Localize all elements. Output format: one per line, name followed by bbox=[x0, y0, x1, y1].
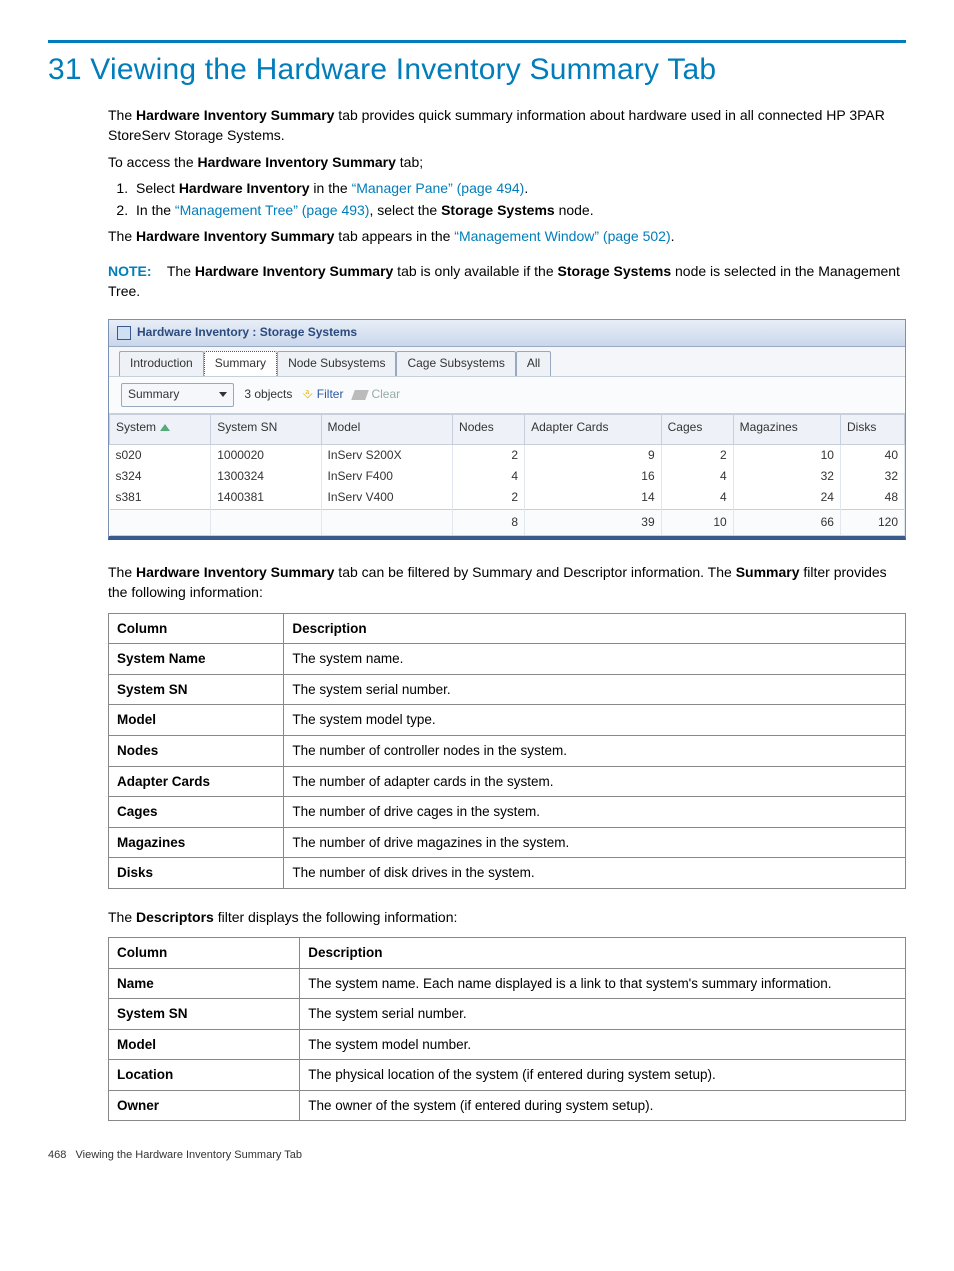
tab-cage-subsystems[interactable]: Cage Subsystems bbox=[396, 351, 515, 376]
total-disks: 120 bbox=[840, 509, 904, 535]
table-row: NodesThe number of controller nodes in t… bbox=[109, 735, 906, 766]
summary-header-description: Description bbox=[284, 613, 906, 644]
descriptors-filter-table: Column Description NameThe system name. … bbox=[108, 937, 906, 1121]
page-number: 468 bbox=[48, 1149, 66, 1161]
sort-asc-icon bbox=[160, 424, 170, 431]
step-1: Select Hardware Inventory in the “Manage… bbox=[132, 178, 906, 198]
link-management-tree[interactable]: “Management Tree” (page 493) bbox=[175, 202, 370, 218]
table-row: CagesThe number of drive cages in the sy… bbox=[109, 797, 906, 828]
filter-icon: ⎀ bbox=[302, 385, 312, 404]
inventory-grid: System System SN Model Nodes Adapter Car… bbox=[109, 414, 905, 537]
col-disks[interactable]: Disks bbox=[840, 414, 904, 444]
table-row: DisksThe number of disk drives in the sy… bbox=[109, 858, 906, 889]
total-nodes: 8 bbox=[453, 509, 525, 535]
col-magazines[interactable]: Magazines bbox=[733, 414, 840, 444]
step-2: In the “Management Tree” (page 493), sel… bbox=[132, 200, 906, 220]
access-line: To access the Hardware Inventory Summary… bbox=[108, 152, 906, 172]
app-window: Hardware Inventory : Storage Systems Int… bbox=[108, 319, 906, 540]
table-row: ModelThe system model type. bbox=[109, 705, 906, 736]
table-row: ModelThe system model number. bbox=[109, 1029, 906, 1060]
dropdown-value: Summary bbox=[128, 386, 179, 403]
tab-introduction[interactable]: Introduction bbox=[119, 351, 204, 376]
app-toolbar: Summary 3 objects ⎀ Filter Clear bbox=[109, 376, 905, 413]
tab-summary[interactable]: Summary bbox=[204, 351, 277, 376]
total-adapter: 39 bbox=[525, 509, 662, 535]
table-row[interactable]: s3241300324InServ F40041643232 bbox=[110, 466, 905, 487]
col-cages[interactable]: Cages bbox=[661, 414, 733, 444]
page-footer: 468 Viewing the Hardware Inventory Summa… bbox=[48, 1149, 906, 1161]
table-row: NameThe system name. Each name displayed… bbox=[109, 968, 906, 999]
descriptors-header-column: Column bbox=[109, 938, 300, 969]
totals-row: 8 39 10 66 120 bbox=[110, 509, 905, 535]
chevron-down-icon bbox=[219, 392, 227, 397]
access-steps: Select Hardware Inventory in the “Manage… bbox=[108, 178, 906, 221]
tab-all[interactable]: All bbox=[516, 351, 551, 376]
col-nodes[interactable]: Nodes bbox=[453, 414, 525, 444]
tab-node-subsystems[interactable]: Node Subsystems bbox=[277, 351, 396, 376]
link-management-window[interactable]: “Management Window” (page 502) bbox=[454, 228, 670, 244]
filter-dropdown[interactable]: Summary bbox=[121, 383, 234, 406]
app-tabs: Introduction Summary Node Subsystems Cag… bbox=[109, 347, 905, 376]
col-system[interactable]: System bbox=[110, 414, 211, 444]
link-manager-pane[interactable]: “Manager Pane” (page 494) bbox=[352, 180, 525, 196]
clear-button[interactable]: Clear bbox=[353, 386, 400, 403]
col-system-sn[interactable]: System SN bbox=[211, 414, 321, 444]
table-row: Adapter CardsThe number of adapter cards… bbox=[109, 766, 906, 797]
clear-icon bbox=[352, 390, 370, 400]
total-mag: 66 bbox=[733, 509, 840, 535]
page-heading: 31 Viewing the Hardware Inventory Summar… bbox=[48, 53, 906, 87]
total-cages: 10 bbox=[661, 509, 733, 535]
descriptors-header-description: Description bbox=[300, 938, 906, 969]
col-model[interactable]: Model bbox=[321, 414, 453, 444]
note-paragraph: NOTE: The Hardware Inventory Summary tab… bbox=[108, 261, 906, 302]
col-adapter-cards[interactable]: Adapter Cards bbox=[525, 414, 662, 444]
intro-paragraph: The Hardware Inventory Summary tab provi… bbox=[108, 105, 906, 146]
table-row: System SNThe system serial number. bbox=[109, 999, 906, 1030]
top-rule bbox=[48, 40, 906, 43]
footer-title: Viewing the Hardware Inventory Summary T… bbox=[76, 1149, 302, 1161]
app-titlebar: Hardware Inventory : Storage Systems bbox=[109, 320, 905, 346]
table-row[interactable]: s0201000020InServ S200X2921040 bbox=[110, 444, 905, 466]
appears-line: The Hardware Inventory Summary tab appea… bbox=[108, 226, 906, 246]
objects-count: 3 objects bbox=[244, 386, 292, 403]
table-row: OwnerThe owner of the system (if entered… bbox=[109, 1090, 906, 1121]
table-row: LocationThe physical location of the sys… bbox=[109, 1060, 906, 1091]
table-row: MagazinesThe number of drive magazines i… bbox=[109, 827, 906, 858]
filter-button[interactable]: ⎀ Filter bbox=[302, 385, 343, 404]
summary-header-column: Column bbox=[109, 613, 284, 644]
filter-intro: The Hardware Inventory Summary tab can b… bbox=[108, 562, 906, 603]
table-row: System NameThe system name. bbox=[109, 644, 906, 675]
app-title: Hardware Inventory : Storage Systems bbox=[137, 324, 357, 341]
note-label: NOTE: bbox=[108, 263, 152, 279]
descriptors-intro: The Descriptors filter displays the foll… bbox=[108, 907, 906, 927]
table-row: System SNThe system serial number. bbox=[109, 674, 906, 705]
window-icon bbox=[117, 326, 131, 340]
summary-filter-table: Column Description System NameThe system… bbox=[108, 613, 906, 889]
table-row[interactable]: s3811400381InServ V40021442448 bbox=[110, 487, 905, 509]
